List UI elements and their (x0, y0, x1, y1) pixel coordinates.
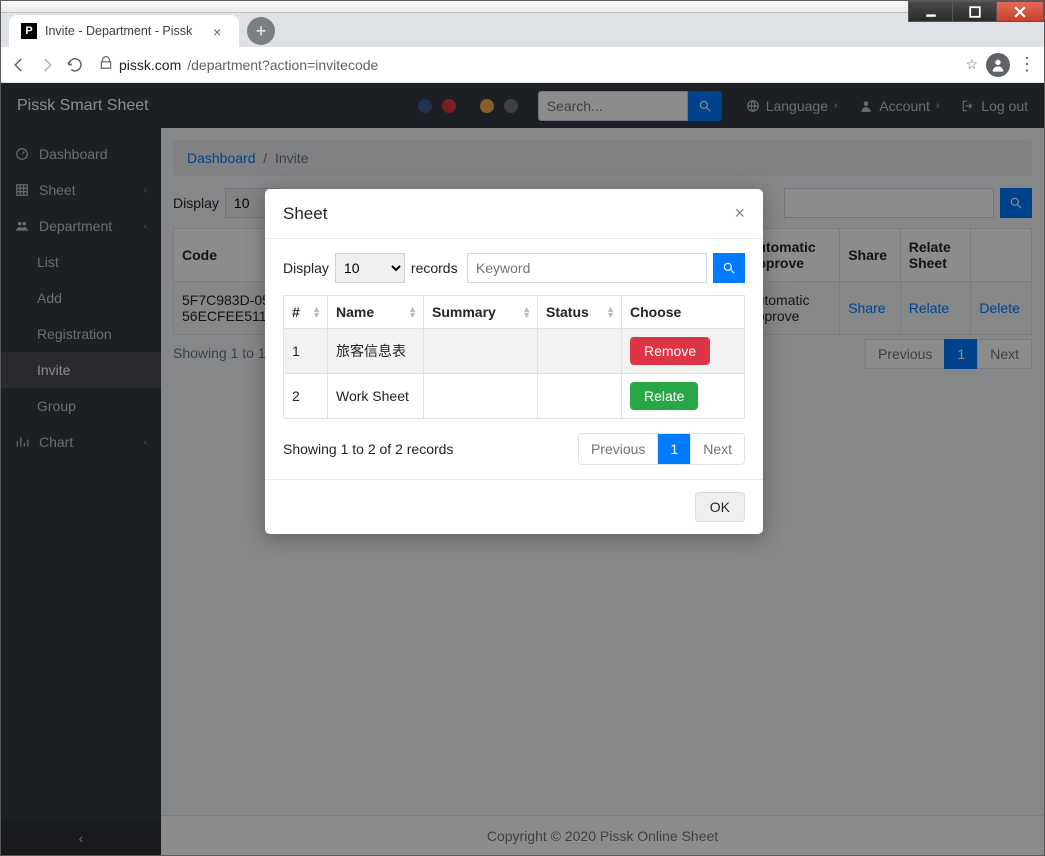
tab-title: Invite - Department - Pissk (45, 24, 207, 38)
cell-idx: 2 (284, 374, 328, 419)
mcol-idx[interactable]: #▲▼ (284, 296, 328, 329)
cell-summary (424, 329, 538, 374)
nav-forward-icon[interactable] (37, 55, 57, 75)
modal-search-button[interactable] (713, 253, 745, 283)
window-buttons (909, 1, 1044, 22)
modal-header: Sheet × (265, 189, 763, 239)
sheet-modal: Sheet × Display 10 records per page (265, 189, 763, 534)
lock-icon (99, 56, 113, 73)
cell-summary (424, 374, 538, 419)
browser-tab[interactable]: P Invite - Department - Pissk × (9, 15, 239, 47)
bookmark-star-icon[interactable]: ☆ (965, 56, 978, 73)
favicon: P (21, 23, 37, 39)
mcol-status[interactable]: Status▲▼ (538, 296, 622, 329)
sort-icon: ▲▼ (312, 306, 321, 318)
browser-address-bar: pissk.com/department?action=invitecode ☆… (1, 47, 1044, 83)
sort-icon: ▲▼ (522, 306, 531, 318)
profile-avatar-icon[interactable] (986, 53, 1010, 77)
modal-display-label: Display (283, 260, 329, 276)
modal-table: #▲▼ Name▲▼ Summary▲▼ Status▲▼ Choose 1 旅… (283, 295, 745, 419)
sort-icon: ▲▼ (408, 306, 417, 318)
modal-keyword-input[interactable] (467, 253, 707, 283)
window-minimize-button[interactable] (908, 1, 953, 22)
window-maximize-button[interactable] (952, 1, 997, 22)
window-close-button[interactable] (996, 1, 1044, 22)
cell-status (538, 329, 622, 374)
url-host: pissk.com (119, 57, 181, 73)
app-root: Pissk Smart Sheet Language› Account› Log… (1, 83, 1044, 855)
cell-name: Work Sheet (328, 374, 424, 419)
nav-reload-icon[interactable] (65, 55, 85, 75)
modal-close-button[interactable]: × (734, 203, 745, 224)
remove-button[interactable]: Remove (630, 337, 710, 365)
os-window: P Invite - Department - Pissk × + pissk.… (0, 0, 1045, 856)
mcol-summary[interactable]: Summary▲▼ (424, 296, 538, 329)
mcol-choose: Choose (622, 296, 745, 329)
modal-title: Sheet (283, 204, 327, 224)
modal-display-select[interactable]: 10 (335, 253, 405, 283)
browser-tabstrip: P Invite - Department - Pissk × + (1, 13, 1044, 47)
modal-pager-next[interactable]: Next (691, 434, 744, 464)
new-tab-button[interactable]: + (247, 17, 275, 45)
mcol-name[interactable]: Name▲▼ (328, 296, 424, 329)
window-titlebar (1, 1, 1044, 13)
modal-table-row: 2 Work Sheet Relate (284, 374, 745, 419)
modal-pager-prev[interactable]: Previous (579, 434, 658, 464)
modal-showing-text: Showing 1 to 2 of 2 records (283, 441, 453, 457)
cell-status (538, 374, 622, 419)
modal-pager-page[interactable]: 1 (658, 434, 691, 464)
relate-button[interactable]: Relate (630, 382, 698, 410)
sort-icon: ▲▼ (606, 306, 615, 318)
browser-menu-icon[interactable]: ⋮ (1018, 54, 1036, 75)
nav-back-icon[interactable] (9, 55, 29, 75)
modal-records-label: records per page (411, 260, 461, 276)
cell-name: 旅客信息表 (328, 329, 424, 374)
cell-idx: 1 (284, 329, 328, 374)
url-box[interactable]: pissk.com/department?action=invitecode (93, 56, 957, 73)
modal-table-row: 1 旅客信息表 Remove (284, 329, 745, 374)
url-path: /department?action=invitecode (187, 57, 378, 73)
modal-ok-button[interactable]: OK (695, 492, 745, 522)
tab-close-icon[interactable]: × (213, 24, 227, 38)
modal-pager: Previous 1 Next (578, 433, 745, 465)
